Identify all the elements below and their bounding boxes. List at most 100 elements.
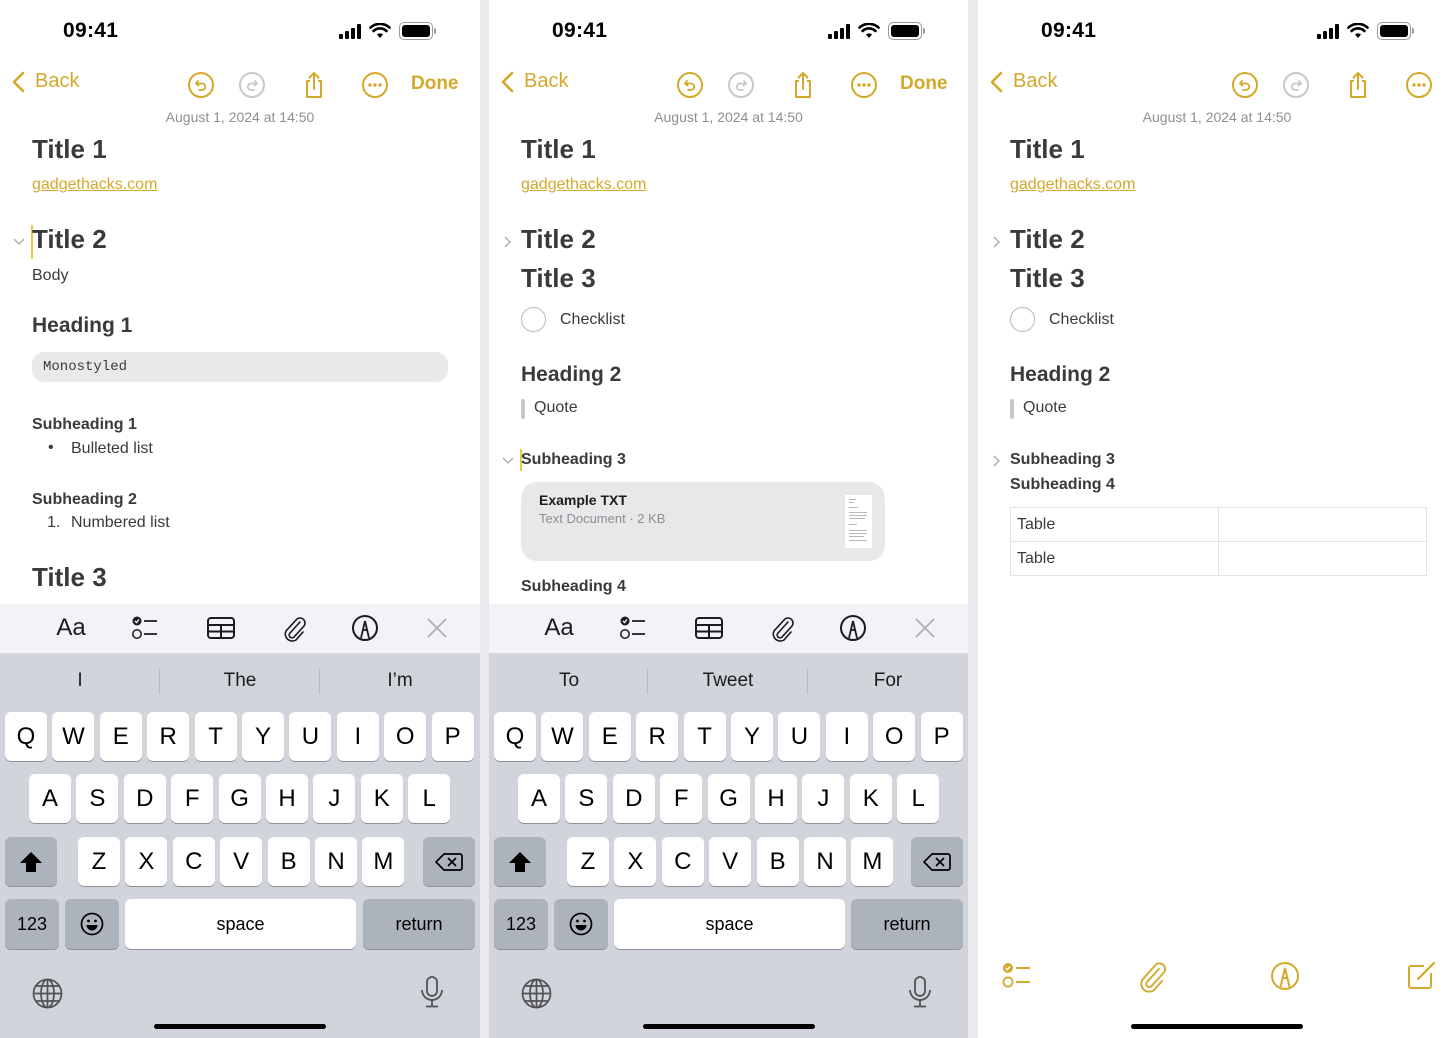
return-key[interactable]: return [363, 899, 475, 949]
key-e[interactable]: E [99, 712, 142, 761]
key-k[interactable]: K [849, 774, 892, 823]
key-p[interactable]: P [920, 712, 963, 761]
key-e[interactable]: E [588, 712, 631, 761]
checklist-icon[interactable] [1000, 959, 1034, 993]
key-t[interactable]: T [194, 712, 237, 761]
redo-icon[interactable] [237, 70, 267, 100]
back-button[interactable]: Back [12, 70, 79, 93]
return-key[interactable]: return [851, 899, 963, 949]
compose-icon[interactable] [1404, 959, 1438, 993]
numbers-key[interactable]: 123 [494, 899, 548, 949]
checklist-checkbox[interactable] [1010, 307, 1035, 332]
key-a[interactable]: A [29, 774, 71, 823]
checklist-icon[interactable] [618, 613, 648, 643]
done-button[interactable]: Done [900, 73, 948, 95]
key-u[interactable]: U [289, 712, 332, 761]
key-d[interactable]: D [123, 774, 166, 823]
chevron-down-icon[interactable] [12, 235, 26, 249]
chevron-right-icon[interactable] [990, 454, 1004, 468]
share-icon[interactable] [299, 70, 329, 100]
suggestion[interactable]: The [160, 653, 320, 709]
suggestion[interactable]: For [808, 653, 968, 709]
suggestion[interactable]: I [0, 653, 160, 709]
link[interactable]: gadgethacks.com [1010, 176, 1135, 194]
suggestion[interactable]: To [489, 653, 649, 709]
back-button[interactable]: Back [501, 70, 568, 93]
close-icon[interactable] [423, 613, 451, 643]
shift-key[interactable] [494, 837, 546, 886]
undo-icon[interactable] [675, 70, 705, 100]
checklist-checkbox[interactable] [521, 307, 546, 332]
table-cell[interactable]: Table [1010, 541, 1219, 576]
markup-icon[interactable] [350, 613, 380, 643]
more-icon[interactable] [849, 70, 879, 100]
key-j[interactable]: J [313, 774, 356, 823]
key-h[interactable]: H [266, 774, 308, 823]
table-cell[interactable]: Table [1010, 507, 1219, 542]
key-r[interactable]: R [636, 712, 679, 761]
key-c[interactable]: C [661, 837, 704, 886]
share-icon[interactable] [788, 70, 818, 100]
markup-icon[interactable] [1268, 959, 1302, 993]
table-cell[interactable] [1218, 507, 1427, 542]
key-f[interactable]: F [171, 774, 214, 823]
undo-icon[interactable] [186, 70, 216, 100]
key-s[interactable]: S [565, 774, 608, 823]
key-q[interactable]: Q [494, 712, 536, 761]
key-i[interactable]: I [825, 712, 868, 761]
delete-key[interactable] [911, 837, 963, 886]
key-f[interactable]: F [660, 774, 703, 823]
delete-key[interactable] [423, 837, 475, 886]
table-icon[interactable] [205, 613, 237, 643]
space-key[interactable]: space [125, 899, 356, 949]
attachment-icon[interactable] [767, 613, 797, 643]
key-g[interactable]: G [707, 774, 750, 823]
attachment-icon[interactable] [279, 613, 309, 643]
key-n[interactable]: N [804, 837, 846, 886]
key-o[interactable]: O [384, 712, 427, 761]
markup-icon[interactable] [838, 613, 868, 643]
key-q[interactable]: Q [5, 712, 47, 761]
space-key[interactable]: space [614, 899, 845, 949]
key-z[interactable]: Z [78, 837, 120, 886]
key-d[interactable]: D [612, 774, 655, 823]
suggestion[interactable]: I’m [320, 653, 480, 709]
text-format-button[interactable]: Aa [55, 613, 87, 643]
key-i[interactable]: I [336, 712, 379, 761]
link[interactable]: gadgethacks.com [521, 176, 646, 194]
key-m[interactable]: M [362, 837, 405, 886]
key-x[interactable]: X [614, 837, 657, 886]
key-c[interactable]: C [172, 837, 215, 886]
attachment-icon[interactable] [1135, 959, 1169, 993]
checklist-icon[interactable] [130, 613, 160, 643]
key-a[interactable]: A [518, 774, 560, 823]
key-y[interactable]: Y [242, 712, 284, 761]
key-v[interactable]: V [220, 837, 263, 886]
key-b[interactable]: B [756, 837, 799, 886]
key-v[interactable]: V [709, 837, 752, 886]
emoji-key[interactable] [554, 899, 608, 949]
emoji-key[interactable] [65, 899, 119, 949]
key-z[interactable]: Z [567, 837, 609, 886]
key-w[interactable]: W [52, 712, 95, 761]
chevron-right-icon[interactable] [501, 235, 515, 249]
key-h[interactable]: H [755, 774, 797, 823]
microphone-icon[interactable] [907, 975, 933, 1009]
redo-icon[interactable] [1281, 70, 1311, 100]
share-icon[interactable] [1343, 70, 1373, 100]
chevron-right-icon[interactable] [990, 235, 1004, 249]
table-icon[interactable] [693, 613, 725, 643]
key-l[interactable]: L [897, 774, 940, 823]
key-g[interactable]: G [218, 774, 261, 823]
globe-icon[interactable] [32, 978, 63, 1009]
key-b[interactable]: B [267, 837, 310, 886]
key-w[interactable]: W [541, 712, 584, 761]
key-t[interactable]: T [683, 712, 726, 761]
more-icon[interactable] [1404, 70, 1434, 100]
table-cell[interactable] [1218, 541, 1427, 576]
chevron-down-icon[interactable] [501, 454, 515, 468]
more-icon[interactable] [360, 70, 390, 100]
redo-icon[interactable] [726, 70, 756, 100]
shift-key[interactable] [5, 837, 57, 886]
close-icon[interactable] [911, 613, 939, 643]
